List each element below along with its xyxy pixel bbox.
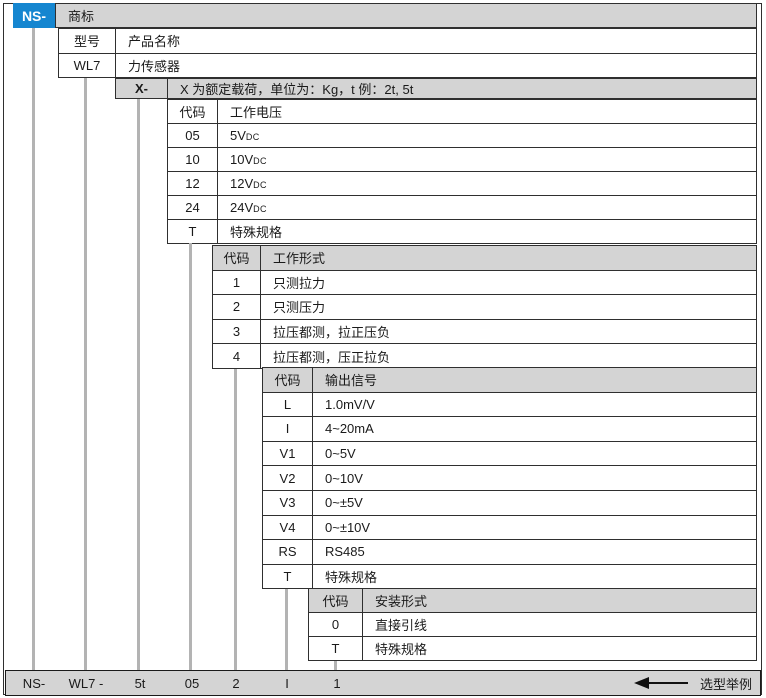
model-table: 型号 产品名称 WL7 力传感器 bbox=[58, 28, 757, 78]
table-row: 12 12VDC bbox=[168, 171, 756, 195]
table-row: T 特殊规格 bbox=[263, 564, 756, 589]
table-row: 05 5VDC bbox=[168, 123, 756, 147]
example-label: 选型举例 bbox=[700, 674, 752, 693]
connector-line-voltage bbox=[189, 243, 192, 670]
model-name: 力传感器 bbox=[116, 54, 756, 78]
left-arrow-icon bbox=[634, 677, 649, 689]
model-col1-header: 型号 bbox=[59, 29, 116, 53]
table-row: 4 拉压都测，压正拉负 bbox=[213, 343, 756, 368]
example-item: I bbox=[285, 671, 289, 695]
table-row: T 特殊规格 bbox=[309, 636, 756, 660]
mounting-code-header: 代码 bbox=[309, 589, 363, 612]
table-row: L 1.0mV/V bbox=[263, 392, 756, 417]
example-item: 05 bbox=[185, 671, 199, 695]
example-bar: NS- WL7 - 5t 05 2 I 1 选型举例 bbox=[5, 670, 761, 696]
example-item: NS- bbox=[23, 671, 45, 695]
voltage-code-header: 代码 bbox=[168, 100, 218, 123]
table-row: 10 10VDC bbox=[168, 147, 756, 171]
mounting-title: 安装形式 bbox=[363, 589, 756, 612]
table-row: 1 只测拉力 bbox=[213, 270, 756, 295]
table-row: 3 拉压都测，拉正压负 bbox=[213, 319, 756, 344]
output-signal-table: 代码 输出信号 L 1.0mV/V I 4~20mA V1 0~5V V2 0~… bbox=[262, 367, 757, 589]
connector-line-output-signal bbox=[285, 589, 288, 670]
table-row: I 4~20mA bbox=[263, 416, 756, 441]
arrow-tail bbox=[648, 682, 688, 684]
output-signal-title: 输出信号 bbox=[313, 368, 756, 392]
work-mode-code-header: 代码 bbox=[213, 246, 261, 270]
trademark-label: 商标 bbox=[56, 4, 756, 27]
connector-line-work-mode bbox=[234, 369, 237, 670]
table-row: T 特殊规格 bbox=[168, 219, 756, 243]
work-mode-title: 工作形式 bbox=[261, 246, 756, 270]
ordering-code-figure: NS- 商标 型号 产品名称 WL7 力传感器 X- X 为额定载荷，单位为：K… bbox=[0, 0, 766, 698]
model-code: WL7 bbox=[59, 54, 116, 78]
connector-line-capacity bbox=[137, 99, 140, 670]
table-row: V1 0~5V bbox=[263, 441, 756, 466]
table-row: RS RS485 bbox=[263, 539, 756, 564]
example-item: WL7 - bbox=[69, 671, 104, 695]
voltage-table: 代码 工作电压 05 5VDC 10 10VDC 12 12VDC 24 24V… bbox=[167, 99, 757, 244]
example-item: 1 bbox=[333, 671, 340, 695]
table-row: 2 只测压力 bbox=[213, 294, 756, 319]
voltage-title: 工作电压 bbox=[218, 100, 756, 123]
connector-line-brand bbox=[32, 28, 35, 670]
model-col2-header: 产品名称 bbox=[116, 29, 756, 53]
table-row: V2 0~10V bbox=[263, 465, 756, 490]
brand-code-badge: NS- bbox=[13, 3, 55, 28]
table-row: V3 0~±5V bbox=[263, 490, 756, 515]
output-signal-code-header: 代码 bbox=[263, 368, 313, 392]
connector-line-mounting bbox=[334, 661, 337, 670]
work-mode-table: 代码 工作形式 1 只测拉力 2 只测压力 3 拉压都测，拉正压负 4 拉压都测… bbox=[212, 245, 757, 369]
capacity-desc: X 为额定载荷，单位为：Kg，t 例：2t, 5t bbox=[168, 79, 756, 98]
table-row: 24 24VDC bbox=[168, 195, 756, 219]
capacity-row: X- X 为额定载荷，单位为：Kg，t 例：2t, 5t bbox=[115, 78, 757, 99]
table-row: V4 0~±10V bbox=[263, 515, 756, 540]
capacity-code: X- bbox=[116, 79, 168, 98]
table-row: 0 直接引线 bbox=[309, 612, 756, 636]
example-item: 2 bbox=[232, 671, 239, 695]
trademark-row: 商标 bbox=[55, 3, 757, 28]
example-item: 5t bbox=[135, 671, 146, 695]
connector-line-model bbox=[84, 78, 87, 670]
mounting-table: 代码 安装形式 0 直接引线 T 特殊规格 bbox=[308, 588, 757, 661]
